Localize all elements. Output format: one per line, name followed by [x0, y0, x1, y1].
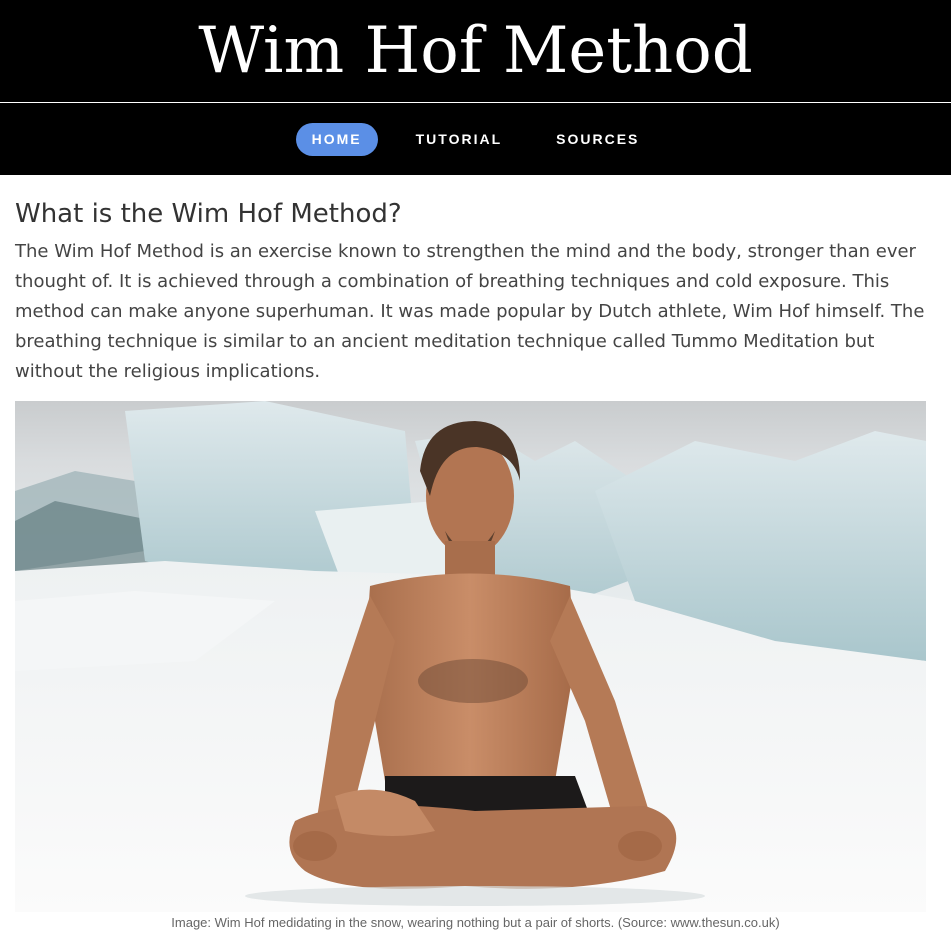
hero-figure: Image: Wim Hof medidating in the snow, w… — [15, 401, 936, 930]
meditation-illustration — [15, 401, 926, 912]
main-nav: HOME TUTORIAL SOURCES — [0, 103, 951, 175]
main-content: What is the Wim Hof Method? The Wim Hof … — [0, 175, 951, 930]
site-title: Wim Hof Method — [198, 14, 753, 88]
nav-item-tutorial[interactable]: TUTORIAL — [400, 123, 519, 156]
image-caption: Image: Wim Hof medidating in the snow, w… — [171, 915, 780, 930]
page-heading: What is the Wim Hof Method? — [15, 199, 402, 229]
meditation-photo — [15, 401, 926, 912]
nav-item-home[interactable]: HOME — [295, 122, 378, 156]
site-header: Wim Hof Method HOME TUTORIAL SOURCES — [0, 0, 951, 175]
nav-item-sources[interactable]: SOURCES — [540, 123, 655, 156]
intro-paragraph: The Wim Hof Method is an exercise known … — [15, 241, 925, 382]
title-bar: Wim Hof Method — [0, 0, 951, 102]
